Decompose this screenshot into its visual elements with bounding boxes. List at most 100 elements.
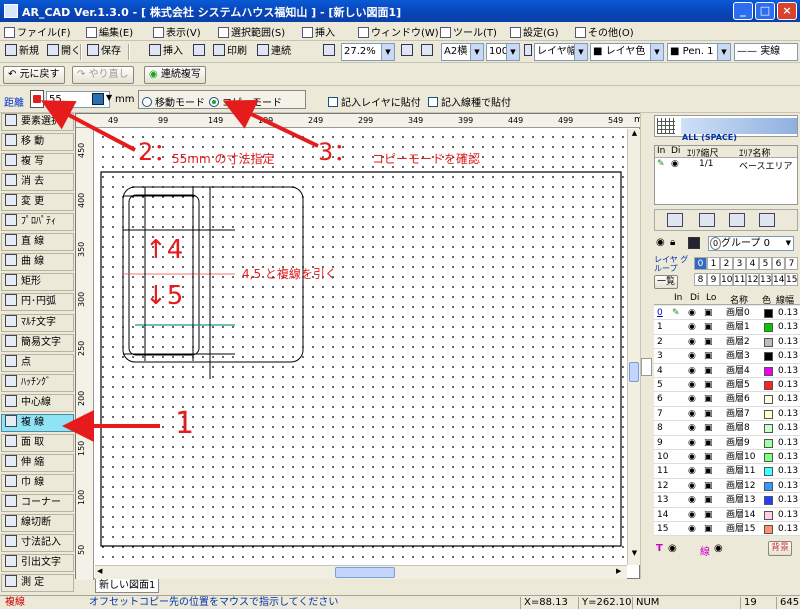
- group-number-button[interactable]: 3: [733, 257, 746, 270]
- layer-row[interactable]: 2 ◉ ▣ 画層2 0.13: [654, 334, 800, 350]
- group-number-button[interactable]: 11: [733, 273, 746, 286]
- lock-icon: ▣: [704, 480, 713, 491]
- layer-row[interactable]: 8 ◉ ▣ 画層8 0.13: [654, 421, 800, 436]
- layer-color-swatch[interactable]: [764, 453, 773, 462]
- layer-name: 画層13: [726, 495, 756, 506]
- layer-row[interactable]: 15 ◉ ▣ 画層15 0.13: [654, 522, 800, 537]
- layer-name: 画層6: [726, 394, 750, 405]
- layer-row[interactable]: 13 ◉ ▣ 画層13 0.13: [654, 493, 800, 508]
- group-number-button[interactable]: 14: [772, 273, 785, 286]
- layer-color-swatch[interactable]: [764, 496, 773, 506]
- splitter-grip-icon[interactable]: [641, 358, 652, 376]
- group-number-button[interactable]: 9: [707, 273, 720, 286]
- layer-row[interactable]: 14 ◉ ▣ 画層14 0.13: [654, 507, 800, 522]
- layer-color-swatch[interactable]: [764, 323, 773, 333]
- layer-color-swatch[interactable]: [764, 467, 773, 477]
- eye-icon: ◉: [671, 159, 679, 169]
- group-number-button[interactable]: 5: [759, 257, 772, 270]
- line-label[interactable]: 線: [700, 543, 710, 558]
- status-field-2: 645: [776, 597, 799, 609]
- group-number-button[interactable]: 13: [759, 273, 772, 286]
- layer-row[interactable]: 6 ◉ ▣ 画層6 0.13: [654, 392, 800, 407]
- layer-row[interactable]: 0 ✎ ◉ ▣ 画層0 0.13: [654, 306, 800, 321]
- group-number-button[interactable]: 12: [746, 273, 759, 286]
- lock-icon[interactable]: 🔒︎: [670, 237, 675, 248]
- layer-line-width: 0.13: [778, 452, 799, 462]
- eye-icon: ◉: [688, 380, 696, 390]
- group-number-button[interactable]: 1: [707, 257, 720, 270]
- layer-row[interactable]: 1 ◉ ▣ 画層1 0.13: [654, 320, 800, 335]
- eye-icon[interactable]: ◉: [656, 237, 665, 248]
- area-row[interactable]: ✎ ◉ 1/1 ベースエリア: [655, 159, 797, 172]
- area-toolbar: [654, 209, 798, 231]
- layer-row[interactable]: 4 ◉ ▣ 画層4 0.13: [654, 363, 800, 378]
- area-add-icon[interactable]: [667, 213, 683, 227]
- lock-icon: ▣: [704, 351, 713, 362]
- text-layer-t[interactable]: T: [656, 543, 663, 554]
- layer-number: 14: [657, 509, 669, 520]
- group-number-button[interactable]: 15: [785, 273, 798, 286]
- layer-row[interactable]: 3 ◉ ▣ 画層3 0.13: [654, 349, 800, 364]
- layer-color-swatch[interactable]: [764, 409, 773, 419]
- layer-color-swatch[interactable]: [764, 438, 773, 448]
- background-button[interactable]: 背景: [768, 541, 793, 556]
- eye-icon: ◉: [688, 480, 696, 491]
- layer-row[interactable]: 11 ◉ ▣ 画層11 0.13: [654, 464, 800, 479]
- layer-color-swatch[interactable]: [764, 481, 773, 491]
- layer-line-width: 0.13: [778, 423, 799, 434]
- layer-color-swatch[interactable]: [764, 309, 773, 318]
- area-header: In Di ｴﾘｱ縮尺 ｴﾘｱ名称: [655, 146, 797, 159]
- layer-line-width: 0.13: [778, 466, 799, 477]
- eye-icon: ◉: [688, 365, 696, 376]
- group-select[interactable]: 0 グループ 0 ▼: [708, 236, 794, 251]
- layer-row[interactable]: 12 ◉ ▣ 画層12 0.13: [654, 478, 800, 494]
- layer-name: 画層10: [726, 452, 756, 462]
- layer-row[interactable]: 5 ◉ ▣ 画層5 0.13: [654, 378, 800, 393]
- layer-color-swatch[interactable]: [764, 366, 773, 376]
- eye-icon: ◉: [688, 336, 696, 347]
- layer-color-swatch[interactable]: [764, 424, 773, 434]
- snap-buttons[interactable]: [681, 118, 797, 134]
- group-number-grid: 0 1 2 3 4 5 6 7 8 9 10 11 12 13 14 15: [694, 257, 800, 289]
- group-number-button[interactable]: 2: [720, 257, 733, 270]
- lock-icon: ▣: [704, 408, 713, 419]
- layer-display-icon[interactable]: [688, 237, 700, 249]
- lock-icon: ▣: [704, 423, 713, 434]
- area-delete-icon[interactable]: [759, 213, 775, 227]
- lock-icon: ▣: [704, 308, 713, 318]
- layer-number: 1: [657, 322, 663, 333]
- layer-line-width: 0.13: [778, 394, 799, 405]
- group-number-button[interactable]: 8: [694, 273, 707, 286]
- group-number-button[interactable]: 10: [720, 273, 733, 286]
- group-number-button[interactable]: 0: [694, 257, 707, 270]
- layer-row[interactable]: 9 ◉ ▣ 画層9 0.13: [654, 435, 800, 450]
- eye-icon: ◉: [688, 524, 696, 534]
- layer-color-swatch[interactable]: [764, 337, 773, 347]
- annotation-3-number: 3：: [318, 138, 358, 166]
- layer-line-width: 0.13: [778, 408, 799, 419]
- list-button[interactable]: 一覧: [654, 275, 679, 289]
- eye-icon[interactable]: ◉: [668, 543, 677, 554]
- layer-color-swatch[interactable]: [764, 395, 773, 405]
- layer-color-swatch[interactable]: [764, 352, 773, 362]
- group-number-button[interactable]: 4: [746, 257, 759, 270]
- lock-icon: ▣: [704, 466, 713, 477]
- layer-number: 6: [657, 394, 663, 405]
- arrow-2: [40, 100, 136, 152]
- panel-splitter[interactable]: [640, 113, 652, 579]
- group-number-button[interactable]: 6: [772, 257, 785, 270]
- area-edit-icon[interactable]: [699, 213, 715, 227]
- grid-icon[interactable]: [657, 118, 675, 134]
- layer-color-swatch[interactable]: [764, 510, 773, 520]
- arrow-3: [222, 99, 319, 148]
- layer-line-width: 0.13: [778, 322, 799, 333]
- group-number-button[interactable]: 7: [785, 257, 798, 270]
- layer-row[interactable]: 7 ◉ ▣ 画層7 0.13: [654, 406, 800, 422]
- layer-color-swatch[interactable]: [764, 381, 773, 390]
- layer-number: 12: [657, 480, 669, 491]
- area-copy-icon[interactable]: [729, 213, 745, 227]
- layer-color-swatch[interactable]: [764, 525, 773, 534]
- layer-row[interactable]: 10 ◉ ▣ 画層10 0.13: [654, 450, 800, 465]
- eye-icon[interactable]: ◉: [714, 543, 723, 554]
- layer-name: 画層14: [726, 509, 756, 520]
